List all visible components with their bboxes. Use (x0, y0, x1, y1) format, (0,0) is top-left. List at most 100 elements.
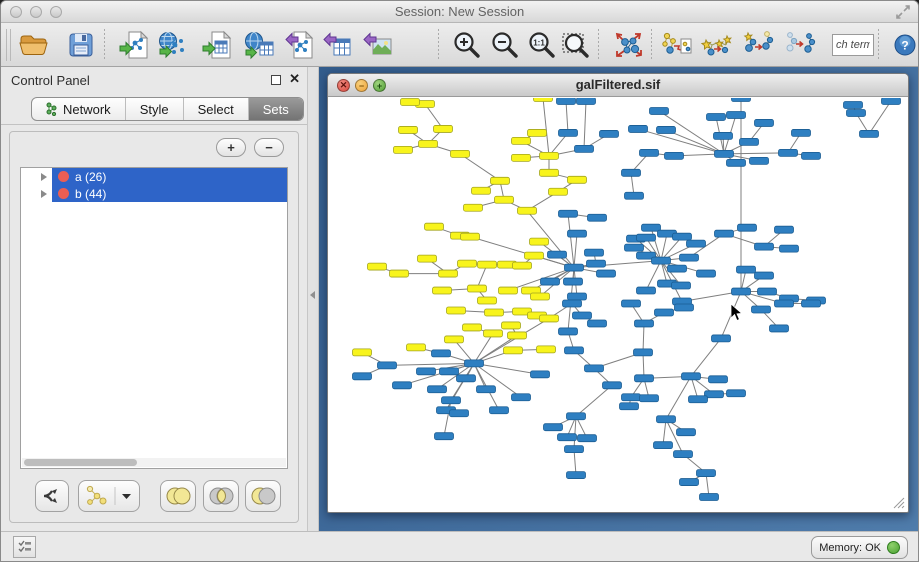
graph-node[interactable] (802, 152, 821, 159)
graph-node[interactable] (732, 288, 751, 295)
frame-minimize-button[interactable]: − (355, 79, 368, 92)
zoom-fit-selected-button[interactable] (558, 28, 594, 62)
graph-node[interactable] (635, 375, 654, 382)
graph-node[interactable] (689, 396, 708, 403)
graph-node[interactable] (637, 234, 656, 241)
graph-node[interactable] (565, 347, 584, 354)
graph-node[interactable] (715, 230, 734, 237)
select-first-neighbors-button[interactable] (699, 28, 735, 62)
graph-node[interactable] (549, 188, 568, 195)
resize-grip-icon[interactable] (891, 495, 905, 509)
graph-edge[interactable] (666, 376, 691, 419)
graph-node[interactable] (844, 101, 863, 108)
import-network-file-button[interactable] (117, 28, 153, 62)
graph-node[interactable] (622, 300, 641, 307)
graph-node[interactable] (435, 433, 454, 440)
graph-node[interactable] (504, 347, 523, 354)
graph-node[interactable] (792, 129, 811, 136)
graph-node[interactable] (577, 98, 596, 104)
graph-node[interactable] (860, 130, 879, 137)
graph-node[interactable] (407, 344, 426, 351)
scrollbar-thumb[interactable] (24, 459, 137, 466)
expander-icon[interactable] (41, 173, 47, 181)
graph-node[interactable] (738, 224, 757, 231)
graph-edge[interactable] (474, 363, 540, 374)
graph-node[interactable] (499, 287, 518, 294)
graph-node[interactable] (394, 146, 413, 153)
graph-node[interactable] (674, 451, 693, 458)
graph-node[interactable] (775, 226, 794, 233)
graph-node[interactable] (568, 176, 587, 183)
copy-network-button[interactable] (741, 28, 777, 62)
graph-node[interactable] (450, 410, 469, 417)
graph-edge[interactable] (543, 98, 549, 156)
graph-node[interactable] (567, 472, 586, 479)
graph-node[interactable] (537, 346, 556, 353)
graph-node[interactable] (518, 207, 537, 214)
tab-sets[interactable]: Sets (249, 98, 303, 120)
graph-node[interactable] (675, 304, 694, 311)
graph-node[interactable] (677, 429, 696, 436)
graph-node[interactable] (635, 320, 654, 327)
graph-node[interactable] (512, 394, 531, 401)
graph-edge[interactable] (568, 214, 574, 268)
graph-node[interactable] (687, 240, 706, 247)
split-sets-button[interactable] (35, 480, 69, 512)
graph-node[interactable] (432, 350, 451, 357)
graph-node[interactable] (531, 293, 550, 300)
graph-node[interactable] (491, 177, 510, 184)
graph-node[interactable] (525, 252, 544, 259)
export-image-button[interactable] (360, 28, 396, 62)
horizontal-scrollbar[interactable] (22, 458, 286, 467)
graph-node[interactable] (464, 204, 483, 211)
graph-node[interactable] (447, 307, 466, 314)
graph-node[interactable] (585, 249, 604, 256)
graph-edge[interactable] (474, 333, 493, 363)
zoom-in-button[interactable] (449, 28, 485, 62)
zoom-window-button[interactable] (50, 6, 62, 18)
create-set-from-network-button[interactable] (78, 480, 140, 512)
graph-node[interactable] (534, 98, 553, 101)
graph-node[interactable] (588, 320, 607, 327)
tab-style[interactable]: Style (126, 98, 184, 120)
graph-node[interactable] (727, 390, 746, 397)
graph-node[interactable] (477, 386, 496, 393)
graph-node[interactable] (882, 98, 901, 104)
graph-node[interactable] (458, 260, 477, 267)
graph-node[interactable] (625, 192, 644, 199)
graph-node[interactable] (652, 257, 671, 264)
graph-node[interactable] (495, 196, 514, 203)
graph-edge[interactable] (566, 101, 568, 133)
network-window-titlebar[interactable]: ✕ − + galFiltered.sif (328, 74, 908, 97)
graph-node[interactable] (478, 297, 497, 304)
zoom-out-button[interactable] (487, 28, 523, 62)
memory-status-button[interactable]: Memory: OK (811, 536, 908, 559)
graph-node[interactable] (559, 210, 578, 217)
graph-node[interactable] (472, 187, 491, 194)
export-table-button[interactable] (320, 28, 356, 62)
graph-node[interactable] (758, 288, 777, 295)
task-history-button[interactable] (13, 536, 36, 558)
graph-node[interactable] (353, 373, 372, 380)
list-item[interactable]: a (26) (21, 168, 287, 185)
panel-splitter[interactable] (307, 67, 319, 531)
graph-node[interactable] (755, 243, 774, 250)
graph-node[interactable] (445, 336, 464, 343)
frame-maximize-button[interactable]: + (373, 79, 386, 92)
graph-node[interactable] (625, 244, 644, 251)
graph-node[interactable] (528, 129, 547, 136)
graph-node[interactable] (585, 365, 604, 372)
graph-node[interactable] (465, 360, 484, 367)
graph-node[interactable] (578, 435, 597, 442)
add-set-button[interactable]: + (216, 138, 246, 157)
union-sets-button[interactable] (160, 480, 196, 512)
network-view[interactable] (329, 98, 907, 511)
graph-node[interactable] (712, 335, 731, 342)
close-window-button[interactable] (10, 6, 22, 18)
graph-node[interactable] (755, 272, 774, 279)
graph-node[interactable] (657, 126, 676, 133)
graph-node[interactable] (568, 230, 587, 237)
graph-node[interactable] (637, 287, 656, 294)
graph-node[interactable] (461, 233, 480, 240)
graph-node[interactable] (597, 270, 616, 277)
